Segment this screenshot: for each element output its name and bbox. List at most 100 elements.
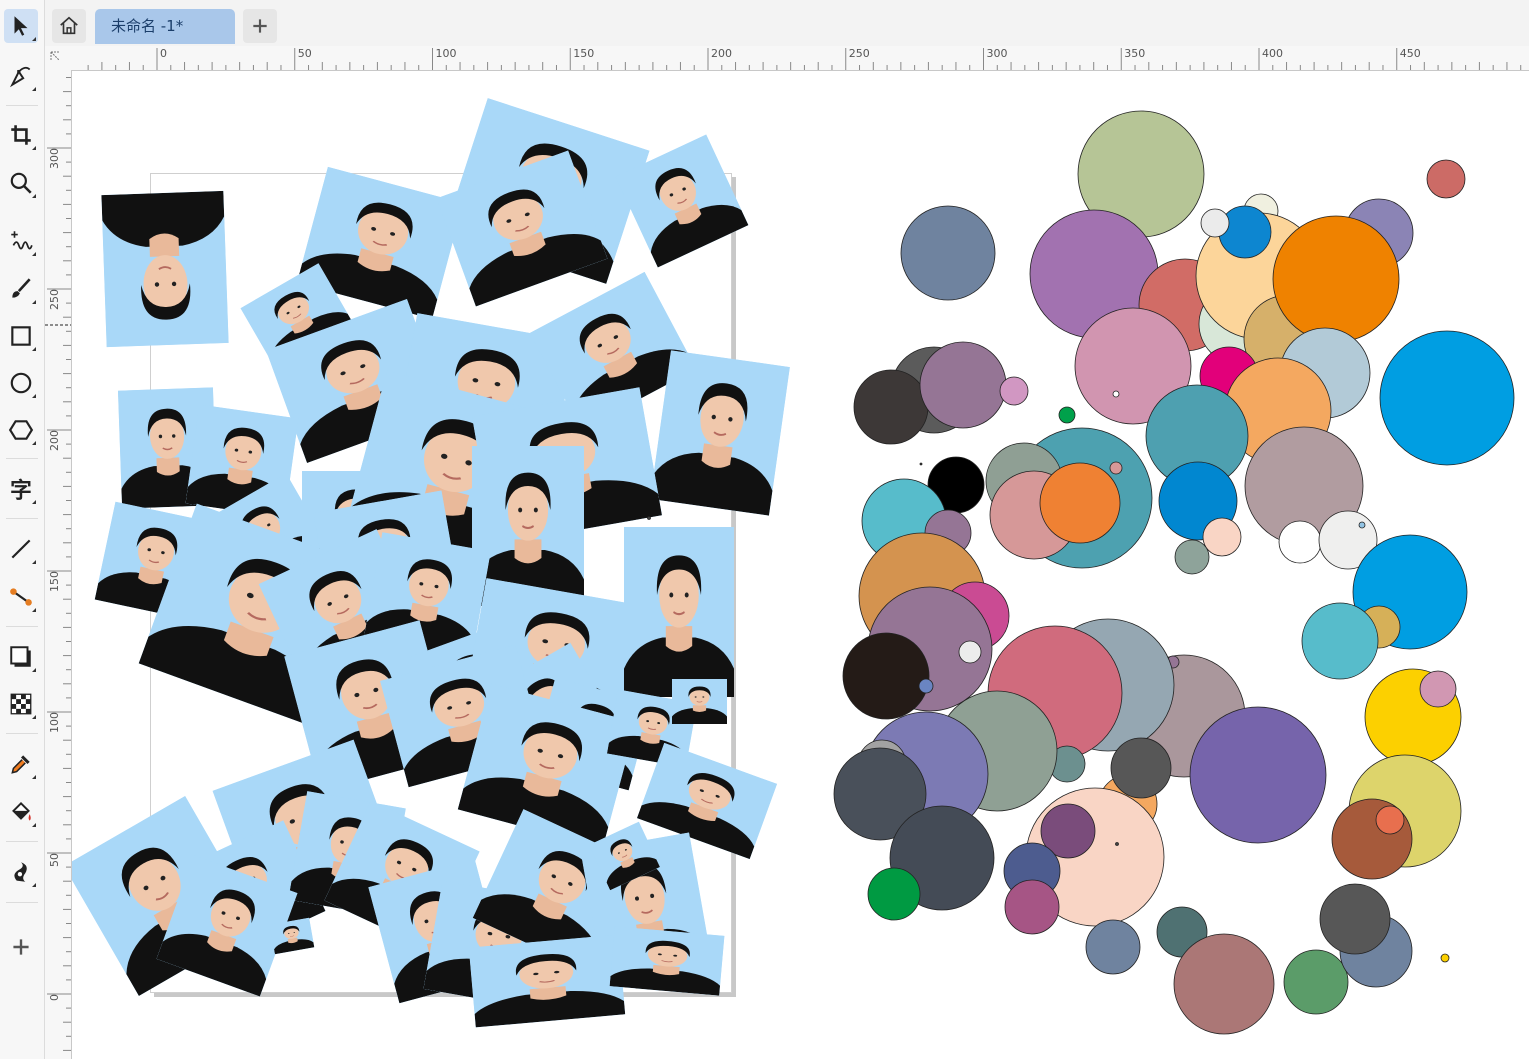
- ruler-label: 0: [48, 994, 61, 1001]
- circle-shape[interactable]: [999, 376, 1029, 406]
- paint-bucket-icon: [12, 801, 31, 821]
- ellipse-tool[interactable]: [4, 366, 38, 400]
- eyedropper-icon: [11, 755, 30, 774]
- circle-shape[interactable]: [1301, 602, 1379, 680]
- circle-shape[interactable]: [1115, 842, 1119, 846]
- smart-fill-tool[interactable]: [4, 855, 38, 889]
- add-tool[interactable]: [4, 930, 38, 964]
- circle-shape[interactable]: [853, 369, 929, 445]
- ruler-label: 50: [48, 853, 61, 867]
- ellipse-icon: [10, 372, 32, 394]
- checkerboard-icon: [10, 693, 32, 715]
- text-tool[interactable]: 字: [4, 472, 38, 506]
- brush-icon: [12, 278, 31, 298]
- document-tab[interactable]: 未命名 -1*: [95, 9, 235, 44]
- circle-shape[interactable]: [900, 205, 996, 301]
- smart-drawing-icon: [14, 862, 27, 882]
- circle-shape[interactable]: [1109, 461, 1123, 475]
- new-document-button[interactable]: [243, 9, 277, 43]
- circle-shape[interactable]: [1375, 805, 1405, 835]
- ruler-label: 300: [48, 148, 61, 169]
- home-button[interactable]: [52, 9, 86, 43]
- circle-shape[interactable]: [1358, 521, 1366, 529]
- fill-tool[interactable]: [4, 795, 38, 829]
- ruler-label: 450: [1400, 47, 1421, 60]
- text-zi-icon: 字: [10, 478, 32, 502]
- ruler-label: 150: [573, 47, 594, 60]
- freehand-tool[interactable]: [4, 224, 38, 258]
- line-tool[interactable]: [4, 532, 38, 566]
- ruler-label: 300: [987, 47, 1008, 60]
- circle-shape[interactable]: [1218, 205, 1272, 259]
- circle-shape[interactable]: [1319, 883, 1391, 955]
- circle-shape[interactable]: [1039, 462, 1121, 544]
- node-tool[interactable]: [4, 59, 38, 93]
- circle-shape[interactable]: [1426, 159, 1466, 199]
- circle-shape[interactable]: [1283, 949, 1349, 1015]
- circle-shape[interactable]: [919, 462, 923, 466]
- ruler-label: 400: [1262, 47, 1283, 60]
- circle-shape[interactable]: [647, 516, 651, 520]
- circle-shape[interactable]: [1112, 390, 1120, 398]
- svg-text:字: 字: [10, 478, 32, 502]
- ruler-label: 50: [298, 47, 312, 60]
- circle-shape[interactable]: [1110, 737, 1172, 799]
- arrow-pointer-icon: [14, 16, 28, 36]
- freehand-curve-icon: [11, 231, 33, 250]
- crop-tool[interactable]: [4, 118, 38, 152]
- circle-shape[interactable]: [1173, 933, 1275, 1035]
- magnifier-icon: [10, 172, 32, 194]
- rectangle-icon: [11, 326, 31, 346]
- plus-icon: [13, 939, 29, 955]
- line-icon: [11, 539, 31, 559]
- vertical-ruler[interactable]: 300 250 200 150 100 50 0: [45, 70, 72, 1059]
- ruler-label: 150: [48, 571, 61, 592]
- circle-shape[interactable]: [1272, 215, 1400, 343]
- circle-shape[interactable]: [1440, 953, 1450, 963]
- circle-shape[interactable]: [1200, 208, 1230, 238]
- select-tool[interactable]: [4, 9, 38, 43]
- brush-tool[interactable]: [4, 272, 38, 306]
- ruler-label: 350: [1124, 47, 1145, 60]
- circle-shape[interactable]: [842, 632, 930, 720]
- circle-shape[interactable]: [1004, 879, 1060, 935]
- zoom-tool[interactable]: [4, 166, 38, 200]
- connector-tool[interactable]: [4, 580, 38, 614]
- ruler-label: 250: [48, 289, 61, 310]
- circle-shape[interactable]: [918, 678, 934, 694]
- eyedropper-tool[interactable]: [4, 747, 38, 781]
- drawing-canvas[interactable]: [72, 71, 1529, 1059]
- ruler-origin-icon: [50, 51, 60, 61]
- rectangle-tool[interactable]: [4, 319, 38, 353]
- circle-shape[interactable]: [1278, 520, 1322, 564]
- ruler-corner[interactable]: [45, 46, 72, 71]
- circle-shape[interactable]: [867, 867, 921, 921]
- shadow-tool[interactable]: [4, 640, 38, 674]
- circle-shape[interactable]: [1085, 919, 1141, 975]
- connector-icon: [10, 588, 32, 606]
- ruler-label: 0: [160, 47, 167, 60]
- circle-shape[interactable]: [958, 640, 982, 664]
- ruler-label: 200: [711, 47, 732, 60]
- circle-shape[interactable]: [1379, 330, 1515, 466]
- circle-shape[interactable]: [1174, 539, 1210, 575]
- ruler-label: 250: [849, 47, 870, 60]
- document-tab-bar: 未命名 -1*: [45, 0, 1529, 46]
- home-icon: [60, 16, 78, 35]
- circle-shape[interactable]: [1202, 517, 1242, 557]
- drop-shadow-icon: [10, 646, 31, 667]
- circle-shape[interactable]: [919, 341, 1007, 429]
- circle-shape[interactable]: [1419, 670, 1457, 708]
- transparency-tool[interactable]: [4, 687, 38, 721]
- horizontal-ruler[interactable]: 0 50 100 150 200 250 300 350 400 450: [71, 46, 1529, 71]
- hexagon-icon: [8, 420, 34, 440]
- left-toolbar: 字: [0, 0, 45, 1059]
- crop-icon: [11, 125, 31, 145]
- circle-shape[interactable]: [1058, 406, 1076, 424]
- polygon-tool[interactable]: [4, 413, 38, 447]
- ruler-label: 100: [48, 712, 61, 733]
- circle-shape[interactable]: [1189, 706, 1327, 844]
- node-edit-icon: [9, 66, 31, 88]
- ruler-label: 100: [436, 47, 457, 60]
- plus-icon: [253, 19, 267, 33]
